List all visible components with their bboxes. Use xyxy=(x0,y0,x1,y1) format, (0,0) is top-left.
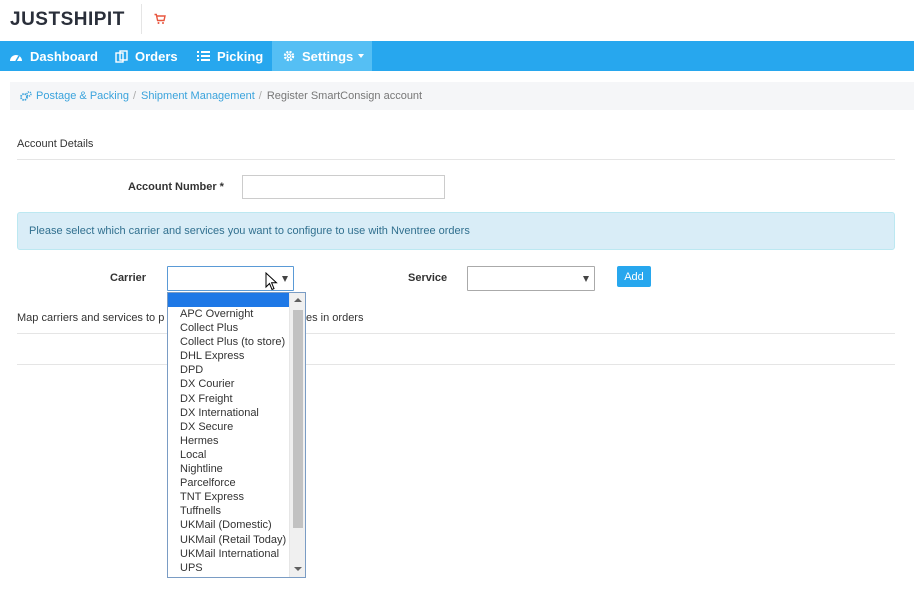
top-bar: JUSTSHIPIT xyxy=(0,0,914,41)
dropdown-option[interactable]: Local xyxy=(168,448,305,462)
scrollbar-thumb[interactable] xyxy=(293,310,303,528)
section-title: Account Details xyxy=(17,138,94,150)
dropdown-option[interactable]: APC Overnight xyxy=(168,307,305,321)
dropdown-option[interactable]: Collect Plus xyxy=(168,321,305,335)
dropdown-scrollbar[interactable] xyxy=(289,293,305,577)
breadcrumb-shipment-management[interactable]: Shipment Management xyxy=(141,90,255,102)
breadcrumb-current: Register SmartConsign account xyxy=(266,90,423,102)
carrier-dropdown-list[interactable]: APC Overnight Collect Plus Collect Plus (t… xyxy=(167,292,306,578)
divider xyxy=(17,364,895,365)
nav-dashboard-label: Dashboard xyxy=(30,48,98,64)
breadcrumb-separator: / xyxy=(132,90,137,102)
dropdown-option[interactable]: DPD xyxy=(168,363,305,377)
dropdown-option[interactable]: DX International xyxy=(168,406,305,420)
scroll-down-arrow-icon[interactable] xyxy=(294,567,302,571)
dropdown-arrow-icon xyxy=(282,276,288,282)
dashboard-icon xyxy=(10,54,22,61)
divider xyxy=(17,333,895,334)
add-button[interactable]: Add xyxy=(617,266,651,287)
dropdown-option[interactable]: UPS xyxy=(168,561,305,575)
carrier-label: Carrier xyxy=(110,272,147,284)
dropdown-option[interactable]: Tuffnells xyxy=(168,504,305,518)
app-logo[interactable]: JUSTSHIPIT xyxy=(10,9,125,31)
nav-settings-label: Settings xyxy=(302,48,354,64)
main-navbar: Dashboard Orders Picking Settings xyxy=(0,41,914,71)
dropdown-option[interactable]: Nightline xyxy=(168,462,305,476)
map-instructions-start: Map carriers and services to p xyxy=(17,312,165,324)
account-number-label: Account Number * xyxy=(128,181,224,193)
service-label: Service xyxy=(408,272,448,284)
gear-icon xyxy=(283,50,295,62)
nav-settings[interactable]: Settings xyxy=(272,41,372,71)
dropdown-arrow-icon xyxy=(583,276,589,282)
info-message: Please select which carrier and services… xyxy=(29,225,470,237)
divider xyxy=(17,159,895,160)
breadcrumb: Postage & Packing / Shipment Management … xyxy=(10,82,914,110)
chevron-down-icon xyxy=(358,54,365,58)
mouse-cursor-icon xyxy=(265,272,278,291)
info-alert: Please select which carrier and services… xyxy=(17,212,895,250)
nav-picking[interactable]: Picking xyxy=(197,41,263,71)
service-select[interactable] xyxy=(467,266,595,291)
dropdown-option-blank[interactable] xyxy=(168,293,305,307)
dropdown-option[interactable]: TNT Express xyxy=(168,490,305,504)
dropdown-option[interactable]: UKMail (Retail Today) xyxy=(168,533,305,547)
nav-orders[interactable]: Orders xyxy=(115,41,178,71)
breadcrumb-postage-packing[interactable]: Postage & Packing xyxy=(36,90,129,102)
dropdown-option[interactable]: DX Freight xyxy=(168,392,305,406)
cogs-icon xyxy=(20,90,32,101)
account-number-input[interactable] xyxy=(242,175,445,199)
dropdown-option[interactable]: UKMail (Domestic) xyxy=(168,518,305,532)
nav-dashboard[interactable]: Dashboard xyxy=(9,41,98,71)
nav-orders-label: Orders xyxy=(135,48,178,64)
breadcrumb-separator: / xyxy=(258,90,262,102)
logo-divider xyxy=(141,4,142,34)
dropdown-option[interactable]: Collect Plus (to store) xyxy=(168,335,305,349)
dropdown-option[interactable]: UKMail International xyxy=(168,547,305,561)
dropdown-option[interactable]: DHL Express xyxy=(168,349,305,363)
map-instructions-end: es in orders xyxy=(306,312,364,324)
map-instructions: Map carriers and services to p es in orde… xyxy=(17,312,363,324)
dropdown-option[interactable]: DX Courier xyxy=(168,377,305,391)
list-icon xyxy=(197,51,210,61)
dropdown-option[interactable]: DX Secure xyxy=(168,420,305,434)
scroll-up-arrow-icon[interactable] xyxy=(294,298,302,302)
nav-picking-label: Picking xyxy=(217,48,264,64)
orders-icon xyxy=(115,49,128,63)
dropdown-option[interactable]: Hermes xyxy=(168,434,305,448)
shopping-cart-icon[interactable] xyxy=(154,13,166,25)
dropdown-option[interactable]: Parcelforce xyxy=(168,476,305,490)
